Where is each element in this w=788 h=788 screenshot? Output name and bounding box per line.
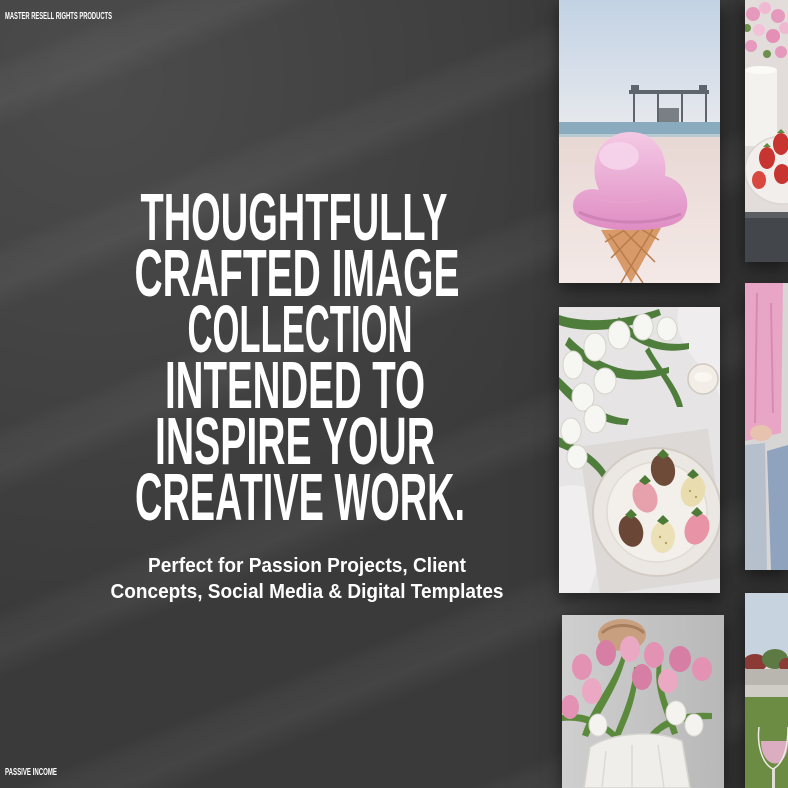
pink-jacket [745,283,783,441]
photo-tulip-bouquet-art [562,615,724,788]
photo-strawberry-table-art [745,0,788,262]
photo-pink-jacket [745,283,788,570]
photo-tulip-bouquet [562,615,724,788]
subheadline-line-1: Perfect for Passion Projects, Client [148,554,466,577]
photo-tulips-strawberries-art [559,307,720,593]
promo-canvas: MASTER RESELL RIGHTS PRODUCTS THOUGHTFUL… [0,0,788,788]
wrap-vase [583,733,691,788]
hand [750,425,772,441]
subheadline: Perfect for Passion Projects, Client Con… [111,554,504,603]
photo-pink-jacket-art [745,283,788,570]
table-surface [745,212,788,262]
photo-tulips-strawberries [559,307,720,593]
top-left-tag: MASTER RESELL RIGHTS PRODUCTS [5,10,112,22]
photo-wine-glass-art [745,593,788,788]
text-layer: MASTER RESELL RIGHTS PRODUCTS THOUGHTFUL… [5,10,504,778]
photo-ice-cream-cone [559,0,720,283]
sky [559,0,720,124]
photo-ice-cream-art [559,0,720,283]
photo-strawberry-table [745,0,788,262]
garden-wall [745,669,788,697]
photo-wine-glass-lawn [745,593,788,788]
candle-glass [687,363,719,395]
candle [745,66,777,146]
bottom-left-tag: PASSIVE INCOME [5,766,57,778]
headline: THOUGHTFULLY CRAFTED IMAGE COLLECTION IN… [135,180,466,535]
subheadline-line-2: Concepts, Social Media & Digital Templat… [111,580,504,603]
headline-line-6: CREATIVE WORK. [135,460,465,535]
